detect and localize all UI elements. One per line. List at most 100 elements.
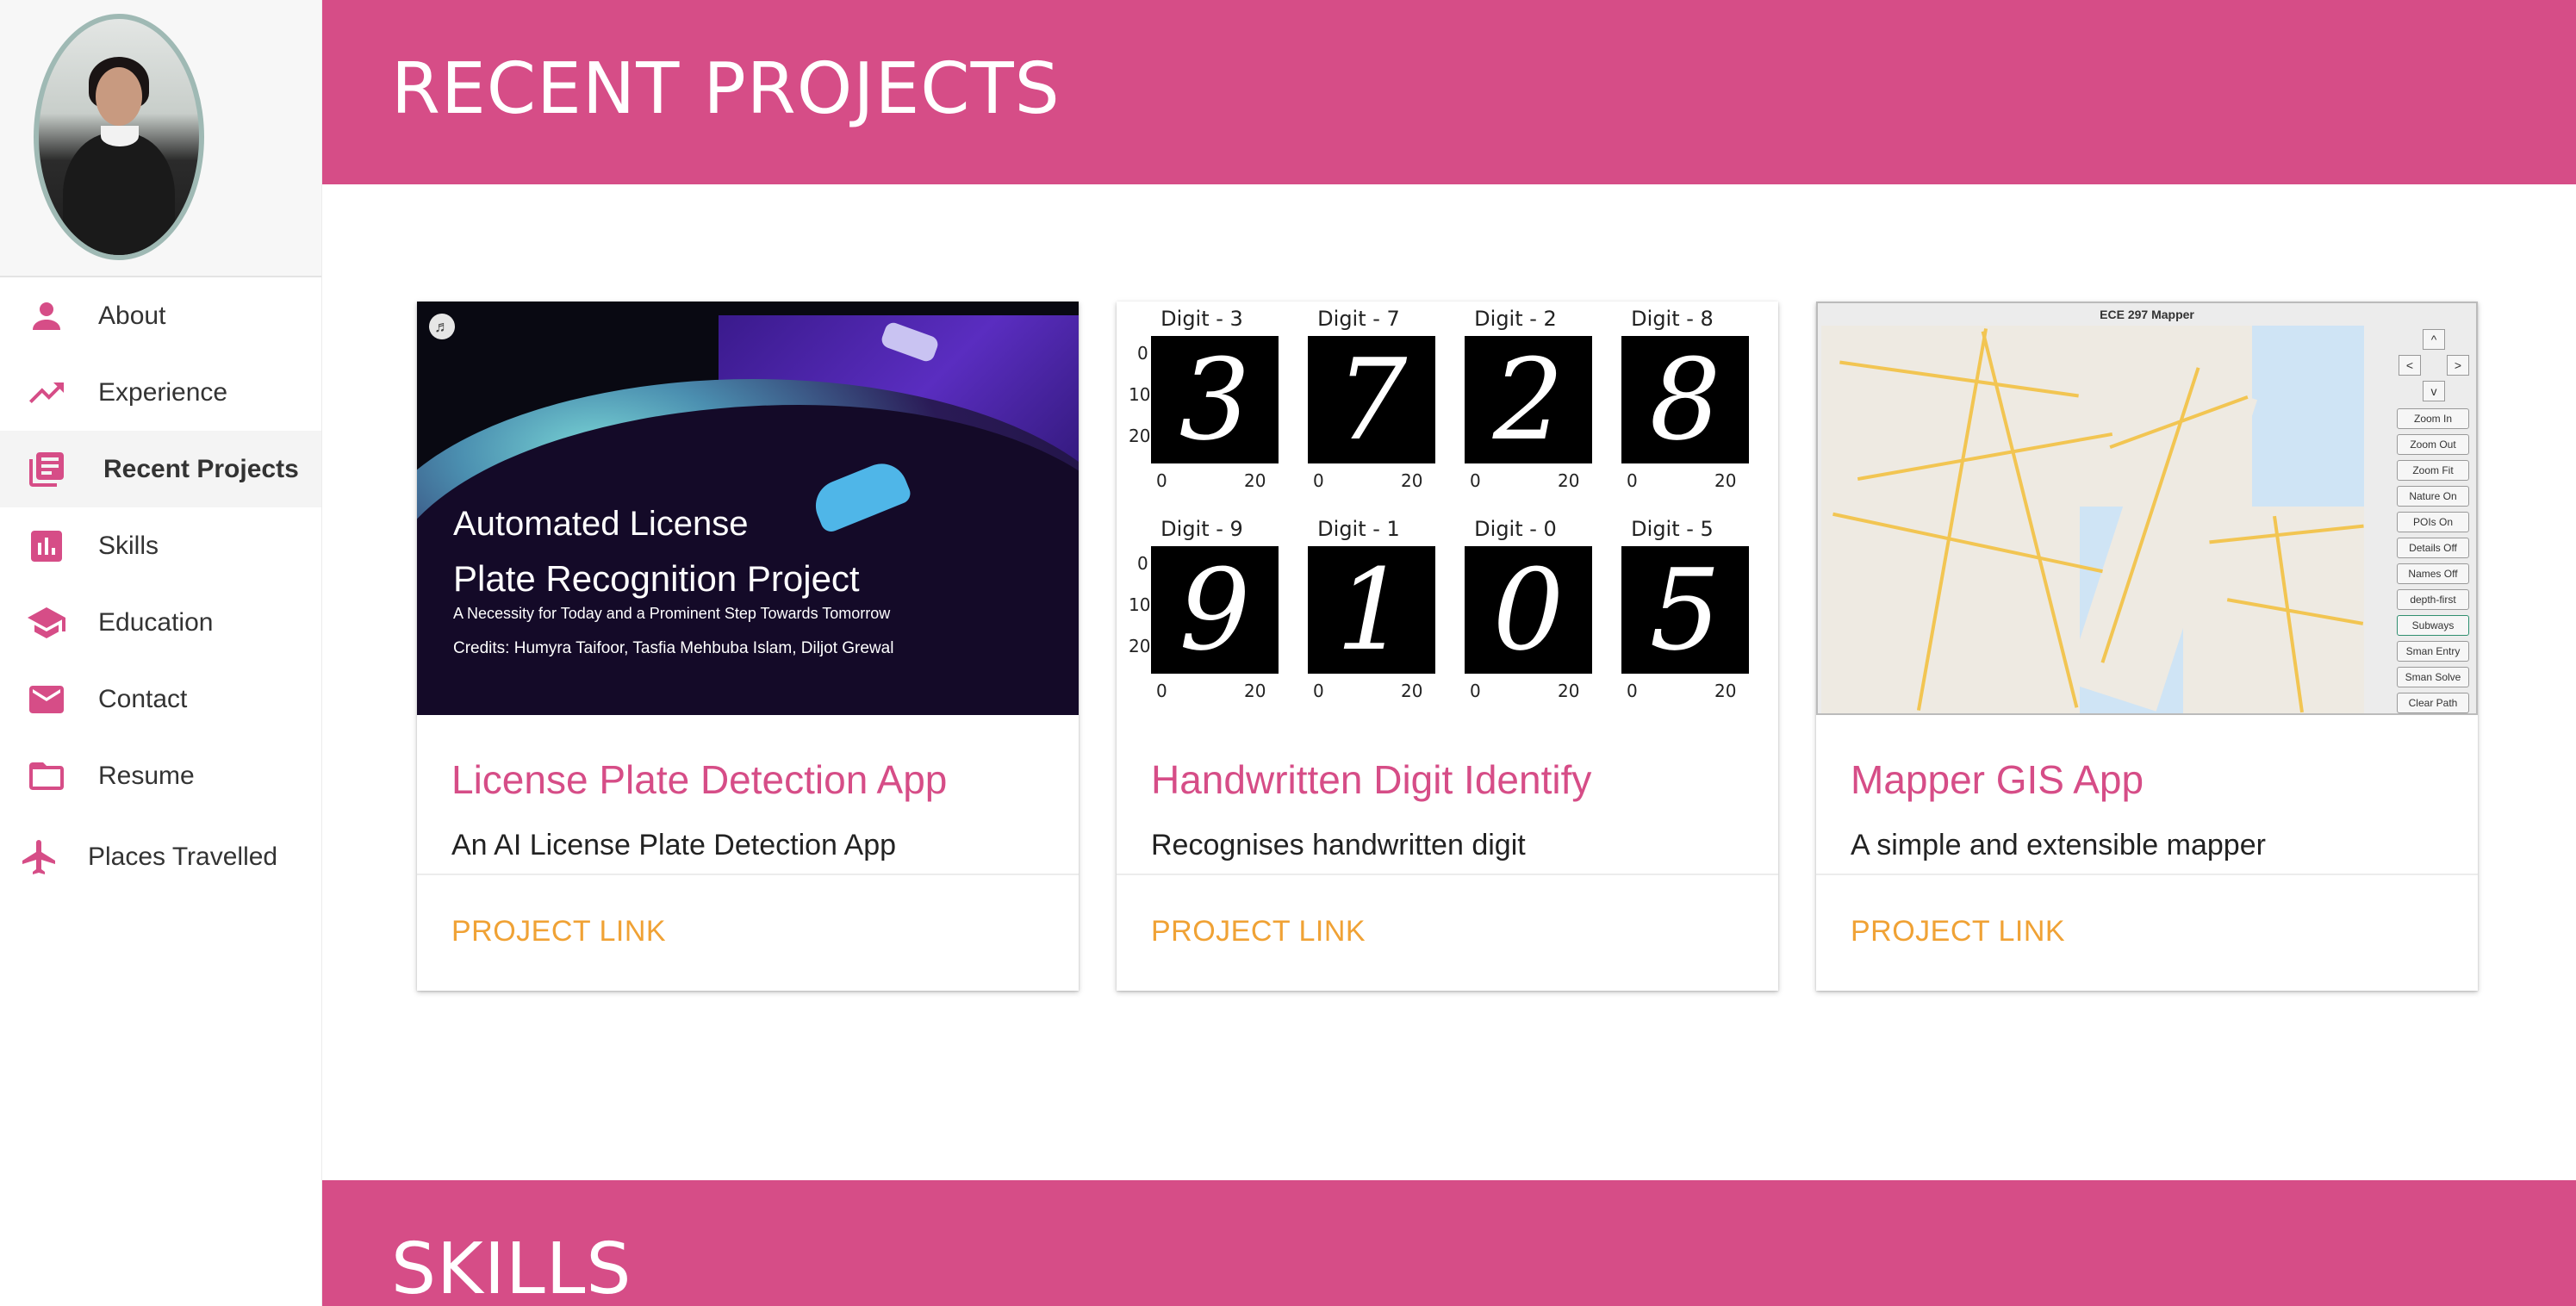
x-tick-label: 20 — [1558, 470, 1580, 491]
y-tick-label: 0 — [1137, 343, 1148, 364]
digit-label: Digit - 7 — [1317, 307, 1400, 331]
digit-image: 8 — [1621, 336, 1749, 463]
school-icon — [26, 602, 67, 644]
map-canvas[interactable] — [1821, 326, 2364, 713]
card-divider — [417, 874, 1079, 875]
project-description: Recognises handwritten digit — [1151, 829, 1526, 861]
map-control-button[interactable]: Sman Solve — [2397, 667, 2469, 687]
section-title: SKILLS — [391, 1228, 632, 1306]
sidebar-item-label: Recent Projects — [103, 454, 299, 483]
sidebar-item-label: Experience — [98, 377, 228, 407]
poster-credits: Credits: Humyra Taifoor, Tasfia Mehbuba … — [453, 639, 894, 657]
x-tick-label: 20 — [1714, 681, 1737, 701]
person-icon — [26, 295, 67, 337]
sidebar-item-about[interactable]: About — [0, 277, 321, 354]
skills-banner: SKILLS — [322, 1180, 2576, 1306]
speaker-icon[interactable]: ♬ — [429, 314, 455, 339]
project-description: A simple and extensible mapper — [1851, 829, 2266, 861]
y-tick-label: 10 — [1129, 594, 1151, 615]
map-control-button[interactable]: depth-first — [2397, 589, 2469, 610]
pan-right-button[interactable]: > — [2447, 355, 2469, 376]
pan-left-button[interactable]: < — [2399, 355, 2421, 376]
x-tick-label: 20 — [1244, 681, 1266, 701]
x-tick-label: 0 — [1470, 470, 1481, 491]
digit-cell: Digit - 1 1 0 20 — [1282, 512, 1435, 715]
poster-title-line1: Automated License — [453, 505, 749, 543]
folder-icon — [26, 756, 67, 797]
project-link[interactable]: PROJECT LINK — [1851, 915, 2065, 948]
project-title: License Plate Detection App — [451, 757, 948, 802]
x-tick-label: 0 — [1156, 470, 1167, 491]
sidebar-item-contact[interactable]: Contact — [0, 661, 321, 737]
x-tick-label: 0 — [1627, 470, 1638, 491]
x-tick-label: 20 — [1401, 681, 1423, 701]
x-tick-label: 20 — [1714, 470, 1737, 491]
y-tick-label: 10 — [1129, 384, 1151, 405]
sidebar-item-label: Places Travelled — [88, 843, 278, 871]
digit-label: Digit - 8 — [1631, 307, 1714, 331]
sidebar-item-skills[interactable]: Skills — [0, 507, 321, 584]
map-control-button[interactable]: Zoom Out — [2397, 434, 2469, 455]
digit-label: Digit - 3 — [1160, 307, 1243, 331]
map-control-button[interactable]: Sman Entry — [2397, 641, 2469, 662]
sidebar-item-experience[interactable]: Experience — [0, 354, 321, 431]
x-tick-label: 0 — [1156, 681, 1167, 701]
pan-up-button[interactable]: ^ — [2423, 329, 2445, 350]
sidebar-item-label: About — [98, 301, 166, 330]
sidebar-item-label: Skills — [98, 531, 159, 560]
y-tick-label: 20 — [1129, 426, 1151, 446]
digit-label: Digit - 5 — [1631, 517, 1714, 541]
digit-image: 2 — [1465, 336, 1592, 463]
digit-cell: Digit - 5 5 0 20 — [1596, 512, 1749, 715]
x-tick-label: 20 — [1401, 470, 1423, 491]
sidebar-item-resume[interactable]: Resume — [0, 737, 321, 814]
sidebar: About Experience Recent Projects Skills … — [0, 0, 322, 1306]
sidebar-item-recent-projects[interactable]: Recent Projects — [0, 431, 321, 507]
digit-image: 9 — [1151, 546, 1279, 674]
digit-image: 7 — [1308, 336, 1435, 463]
sidebar-item-label: Education — [98, 607, 214, 637]
mail-icon — [26, 679, 67, 720]
map-control-button[interactable]: Subways — [2397, 615, 2469, 636]
project-title: Mapper GIS App — [1851, 757, 2144, 802]
digit-cell: Digit - 7 7 0 20 — [1282, 302, 1435, 508]
digit-grid: Digit - 3 3 0 10 20 0 20 Digit - 7 7 0 20 Digit - 2… — [1117, 302, 1778, 715]
map-control-button[interactable]: POIs On — [2397, 512, 2469, 532]
map-control-button[interactable]: Names Off — [2397, 563, 2469, 584]
poster-title-line2: Plate Recognition Project — [453, 558, 860, 599]
y-tick-label: 0 — [1137, 553, 1148, 574]
x-tick-label: 0 — [1313, 470, 1324, 491]
project-card: ♬ Automated License Plate Recognition Pr… — [417, 302, 1079, 991]
profile-header — [0, 0, 321, 277]
sidebar-item-label: Contact — [98, 684, 188, 713]
mapper-window: ECE 297 Mapper ^ < > v Zoom In Zoom Out … — [1816, 302, 2478, 715]
x-tick-label: 0 — [1470, 681, 1481, 701]
x-tick-label: 20 — [1558, 681, 1580, 701]
project-link[interactable]: PROJECT LINK — [1151, 915, 1366, 948]
sidebar-item-places-travelled[interactable]: Places Travelled — [0, 814, 321, 900]
poster-subtitle: A Necessity for Today and a Prominent St… — [453, 605, 891, 622]
project-link[interactable]: PROJECT LINK — [451, 915, 666, 948]
map-control-button[interactable]: Clear Path — [2397, 693, 2469, 713]
digit-cell: Digit - 2 2 0 20 — [1439, 302, 1592, 508]
sidebar-item-education[interactable]: Education — [0, 584, 321, 661]
recent-projects-banner: RECENT PROJECTS — [322, 0, 2576, 184]
map-control-button[interactable]: Details Off — [2397, 538, 2469, 558]
digit-image: 3 — [1151, 336, 1279, 463]
map-control-button[interactable]: Zoom In — [2397, 408, 2469, 429]
map-control-button[interactable]: Nature On — [2397, 486, 2469, 507]
card-divider — [1117, 874, 1778, 875]
card-divider — [1816, 874, 2478, 875]
project-description: An AI License Plate Detection App — [451, 829, 897, 861]
digit-cell: Digit - 3 3 0 10 20 0 20 — [1125, 302, 1279, 508]
digit-cell: Digit - 9 9 0 10 20 0 20 — [1125, 512, 1279, 715]
pan-down-button[interactable]: v — [2423, 381, 2445, 401]
library-books-icon — [26, 449, 67, 490]
license-plate-poster: ♬ Automated License Plate Recognition Pr… — [417, 302, 1079, 715]
window-title: ECE 297 Mapper — [2100, 308, 2194, 321]
map-control-button[interactable]: Zoom Fit — [2397, 460, 2469, 481]
digit-image: 5 — [1621, 546, 1749, 674]
x-tick-label: 0 — [1627, 681, 1638, 701]
project-image: Digit - 3 3 0 10 20 0 20 Digit - 7 7 0 20 Digit - 2… — [1117, 302, 1778, 715]
airplane-icon — [19, 836, 60, 878]
